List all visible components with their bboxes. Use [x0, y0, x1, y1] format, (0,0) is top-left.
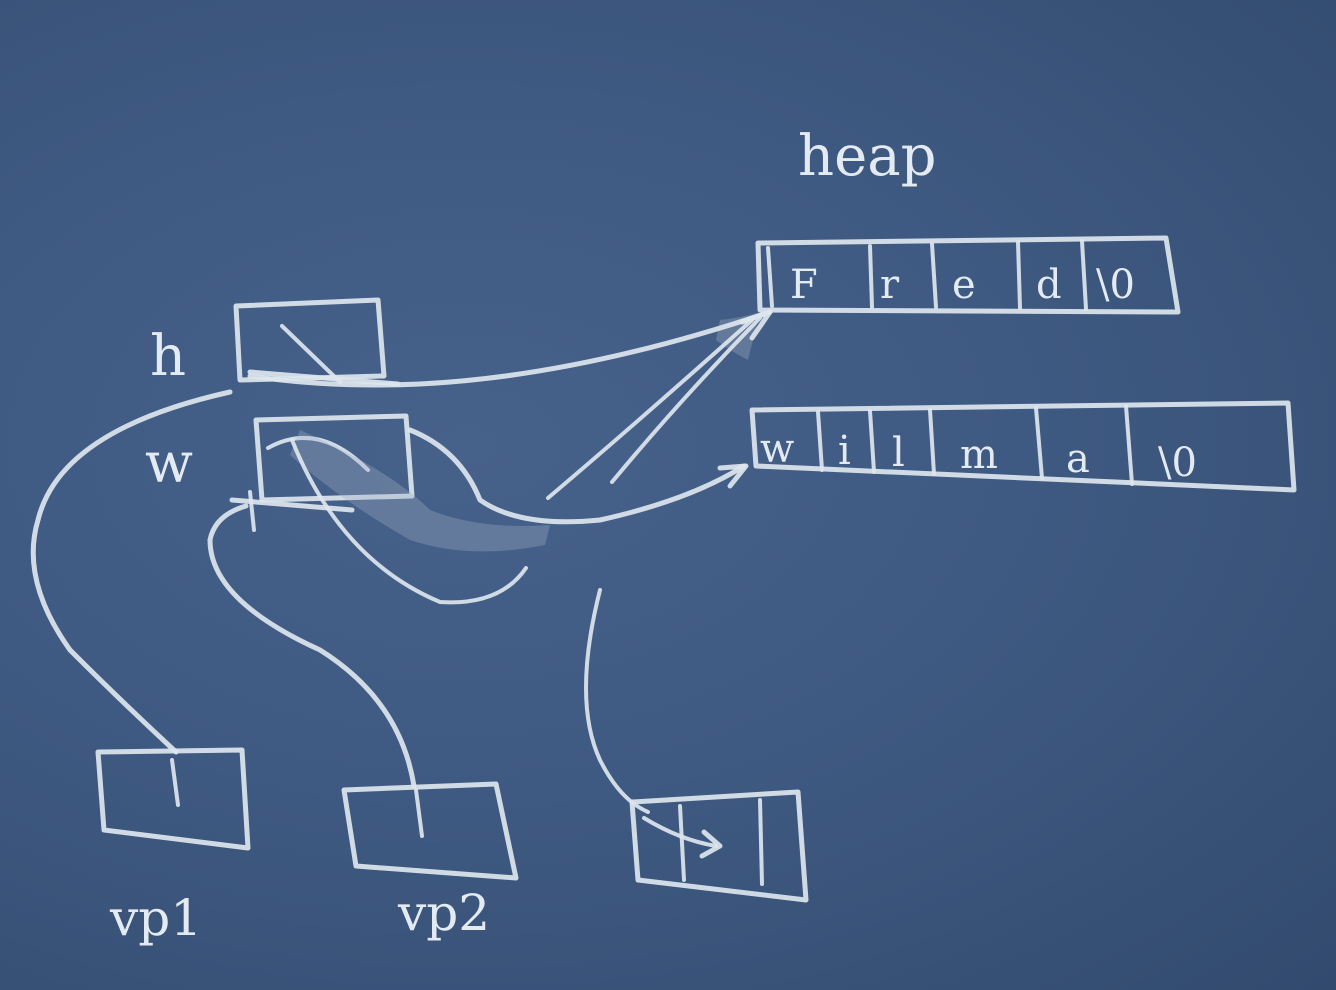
fred-cell: e — [952, 262, 976, 308]
wilma-divider — [928, 408, 936, 476]
heap-string-fred: F r e d \0 — [755, 235, 1181, 315]
wilma-cell: w — [760, 426, 794, 472]
vp2-to-w-curve — [207, 503, 417, 789]
pointer-box-h — [233, 297, 401, 387]
struct-box — [629, 789, 809, 903]
pointer-box-vp2 — [341, 781, 519, 881]
curve-to-struct-box — [584, 588, 650, 814]
fred-divider — [1080, 239, 1088, 311]
vp2-label: vp2 — [397, 884, 490, 942]
w-box-tick — [248, 490, 256, 532]
wilma-divider — [868, 409, 876, 474]
heap-label: heap — [798, 124, 936, 189]
vp1-box-tick — [170, 758, 180, 807]
fred-divider — [868, 244, 874, 309]
fred-cell: d — [1036, 262, 1062, 308]
fred-divider — [1016, 240, 1022, 310]
h-box-outline — [233, 297, 387, 383]
fred-cell: r — [880, 262, 900, 308]
diagram-canvas: heap h w vp1 vp2 F r e d \0 w i l m a \0 — [30, 124, 1297, 947]
wilma-cell: i — [838, 428, 851, 474]
wilma-cell: \0 — [1158, 440, 1197, 486]
erased-smudge — [290, 430, 550, 552]
vp1-label: vp1 — [109, 889, 202, 947]
fred-cell: F — [790, 262, 818, 308]
struct-box-divider — [678, 804, 686, 882]
heap-string-wilma: w i l m a \0 — [749, 400, 1297, 493]
wilma-cell: m — [960, 432, 998, 478]
wilma-divider — [1124, 404, 1134, 486]
wilma-divider — [816, 410, 824, 472]
wilma-divider — [1034, 406, 1044, 480]
fred-cell: \0 — [1096, 262, 1135, 308]
vp2-box-tick — [414, 788, 424, 838]
fred-divider — [766, 246, 774, 308]
vp2-box-outline — [341, 781, 519, 881]
h-label: h — [150, 324, 186, 389]
pointer-box-vp1 — [95, 747, 251, 851]
wilma-cell: l — [892, 430, 905, 476]
reassign-to-fred-arrow — [610, 316, 762, 484]
wilma-outline — [749, 400, 1297, 493]
chalkboard: heap h w vp1 vp2 F r e d \0 w i l m a \0 — [0, 0, 1336, 990]
struct-box-divider — [758, 798, 764, 886]
wilma-cell: a — [1066, 436, 1090, 482]
fred-divider — [930, 242, 938, 309]
w-label: w — [145, 431, 193, 496]
vp1-to-h-curve — [30, 389, 233, 755]
